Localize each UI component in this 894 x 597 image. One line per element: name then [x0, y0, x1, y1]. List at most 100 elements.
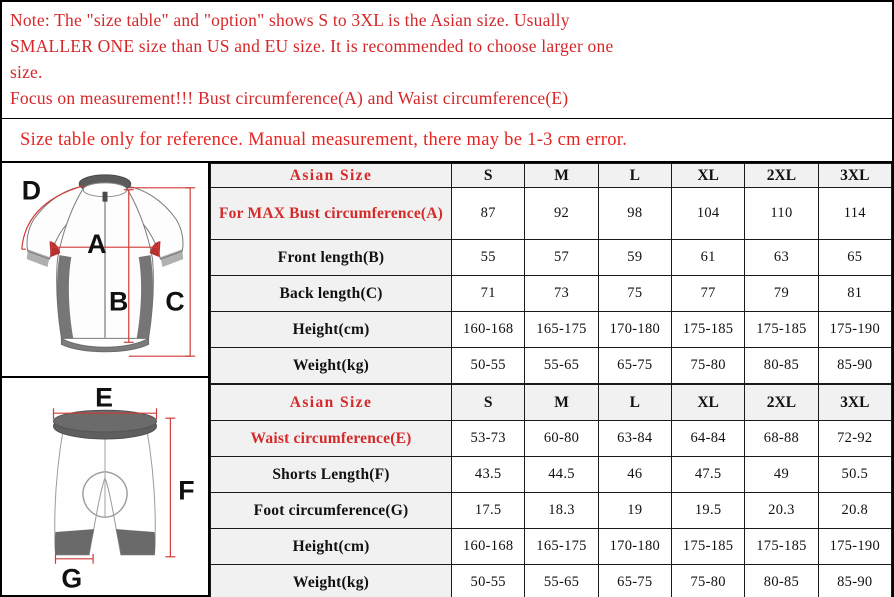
cell-weight2-xl: 75-80 [670, 564, 746, 597]
cell-front-2xl: 63 [744, 239, 819, 276]
cell-weight-xl: 75-80 [670, 347, 746, 384]
table-row: Height(cm) 160-168 165-175 170-180 175-1… [209, 311, 893, 348]
table-row: Asian Size S M L XL 2XL 3XL [209, 384, 893, 421]
cell-shortslen-m: 44.5 [524, 456, 599, 493]
shorts-size-l: L [597, 384, 672, 421]
cell-front-m: 57 [524, 239, 599, 276]
table-row: Height(cm) 160-168 165-175 170-180 175-1… [209, 528, 893, 565]
cell-height-m: 165-175 [524, 311, 599, 348]
cell-back-s: 71 [451, 275, 526, 312]
cell-bust-s: 87 [451, 187, 526, 240]
reference-note-text: Size table only for reference. Manual me… [20, 129, 628, 150]
table-row: Front length(B) 55 57 59 61 63 65 [209, 239, 893, 276]
table-row: Back length(C) 71 73 75 77 79 81 [209, 275, 893, 312]
shorts-size-xl: XL [670, 384, 746, 421]
cell-waist-xl: 64-84 [670, 420, 746, 457]
jersey-size-m: M [524, 163, 599, 188]
cell-height2-xl: 175-185 [670, 528, 746, 565]
cell-foot-2xl: 20.3 [744, 492, 819, 529]
cell-back-2xl: 79 [744, 275, 819, 312]
cell-front-l: 59 [597, 239, 672, 276]
cell-bust-2xl: 110 [744, 187, 819, 240]
notes-block: Note: The "size table" and "option" show… [0, 0, 894, 119]
cell-shortslen-s: 43.5 [451, 456, 526, 493]
cell-waist-s: 53-73 [451, 420, 526, 457]
cell-foot-l: 19 [597, 492, 672, 529]
row-label-bust: For MAX Bust circumference(A) [209, 187, 453, 240]
cell-bust-xl: 104 [670, 187, 746, 240]
cell-weight-l: 65-75 [597, 347, 672, 384]
jersey-label-b: B [109, 287, 128, 317]
row-label-front-length: Front length(B) [209, 239, 453, 276]
row-label-weight-bottom: Weight(kg) [209, 564, 453, 597]
jersey-size-xl: XL [670, 163, 746, 188]
table-row: Weight(kg) 50-55 55-65 65-75 75-80 80-85… [209, 347, 893, 384]
cell-height2-m: 165-175 [524, 528, 599, 565]
row-label-height-top: Height(cm) [209, 311, 453, 348]
cycling-jersey-diagram: D A B C [21, 174, 196, 357]
cell-back-l: 75 [597, 275, 672, 312]
jersey-size-header-label: Asian Size [209, 163, 453, 188]
table-row: Foot circumference(G) 17.5 18.3 19 19.5 … [209, 492, 893, 529]
table-row: Asian Size S M L XL 2XL 3XL [209, 163, 893, 188]
cell-weight-m: 55-65 [524, 347, 599, 384]
table-row: Waist circumference(E) 53-73 60-80 63-84… [209, 420, 893, 457]
shorts-size-m: M [524, 384, 599, 421]
cell-shortslen-xl: 47.5 [670, 456, 746, 493]
row-label-back-length: Back length(C) [209, 275, 453, 312]
cell-foot-m: 18.3 [524, 492, 599, 529]
table-row: Weight(kg) 50-55 55-65 65-75 75-80 80-85… [209, 564, 893, 597]
cell-waist-3xl: 72-92 [817, 420, 893, 457]
cell-weight2-s: 50-55 [451, 564, 526, 597]
cell-height-s: 160-168 [451, 311, 526, 348]
note-line-3: size. [10, 62, 43, 82]
row-label-weight-top: Weight(kg) [209, 347, 453, 384]
jersey-illustration-cell: D A B C [2, 163, 208, 378]
cell-weight2-2xl: 80-85 [744, 564, 819, 597]
cell-foot-s: 17.5 [451, 492, 526, 529]
shorts-size-header-label: Asian Size [209, 384, 453, 421]
cell-height2-s: 160-168 [451, 528, 526, 565]
cell-shortslen-2xl: 49 [744, 456, 819, 493]
shorts-label-g: G [61, 564, 82, 594]
row-label-shorts-length: Shorts Length(F) [209, 456, 453, 493]
cell-height-xl: 175-185 [670, 311, 746, 348]
shorts-size-table: Asian Size S M L XL 2XL 3XL Waist circum… [209, 384, 893, 597]
jersey-size-l: L [597, 163, 672, 188]
note-line-1: Note: The "size table" and "option" show… [10, 10, 570, 30]
reference-note-bar: Size table only for reference. Manual me… [0, 119, 894, 163]
chart-body: D A B C E F G Asian Size S M L XL 2XL 3X… [0, 163, 894, 597]
cell-bust-l: 98 [597, 187, 672, 240]
cell-shortslen-l: 46 [597, 456, 672, 493]
cell-front-xl: 61 [670, 239, 746, 276]
cell-back-m: 73 [524, 275, 599, 312]
size-chart-page: Note: The "size table" and "option" show… [0, 0, 894, 597]
cell-foot-xl: 19.5 [670, 492, 746, 529]
cycling-shorts-diagram: E F G [52, 382, 195, 594]
shorts-label-e: E [95, 382, 113, 412]
cell-waist-l: 63-84 [597, 420, 672, 457]
row-label-foot: Foot circumference(G) [209, 492, 453, 529]
cell-weight-3xl: 85-90 [817, 347, 893, 384]
cell-weight-2xl: 80-85 [744, 347, 819, 384]
shorts-size-2xl: 2XL [744, 384, 819, 421]
tables-column: Asian Size S M L XL 2XL 3XL For MAX Bust… [209, 163, 893, 597]
note-line-4: Focus on measurement!!! Bust circumferen… [10, 88, 569, 108]
jersey-label-a: A [87, 229, 106, 259]
jersey-label-c: C [165, 287, 184, 317]
cell-height-3xl: 175-190 [817, 311, 893, 348]
cell-weight2-m: 55-65 [524, 564, 599, 597]
cell-waist-2xl: 68-88 [744, 420, 819, 457]
table-row: Shorts Length(F) 43.5 44.5 46 47.5 49 50… [209, 456, 893, 493]
cell-front-3xl: 65 [817, 239, 893, 276]
note-line-2: SMALLER ONE size than US and EU size. It… [10, 36, 614, 56]
cell-waist-m: 60-80 [524, 420, 599, 457]
cell-front-s: 55 [451, 239, 526, 276]
jersey-label-d: D [22, 176, 41, 206]
cell-height-2xl: 175-185 [744, 311, 819, 348]
shorts-size-3xl: 3XL [817, 384, 893, 421]
cell-height2-l: 170-180 [597, 528, 672, 565]
illustration-column: D A B C E F G [2, 163, 210, 595]
cell-bust-m: 92 [524, 187, 599, 240]
cell-back-xl: 77 [670, 275, 746, 312]
